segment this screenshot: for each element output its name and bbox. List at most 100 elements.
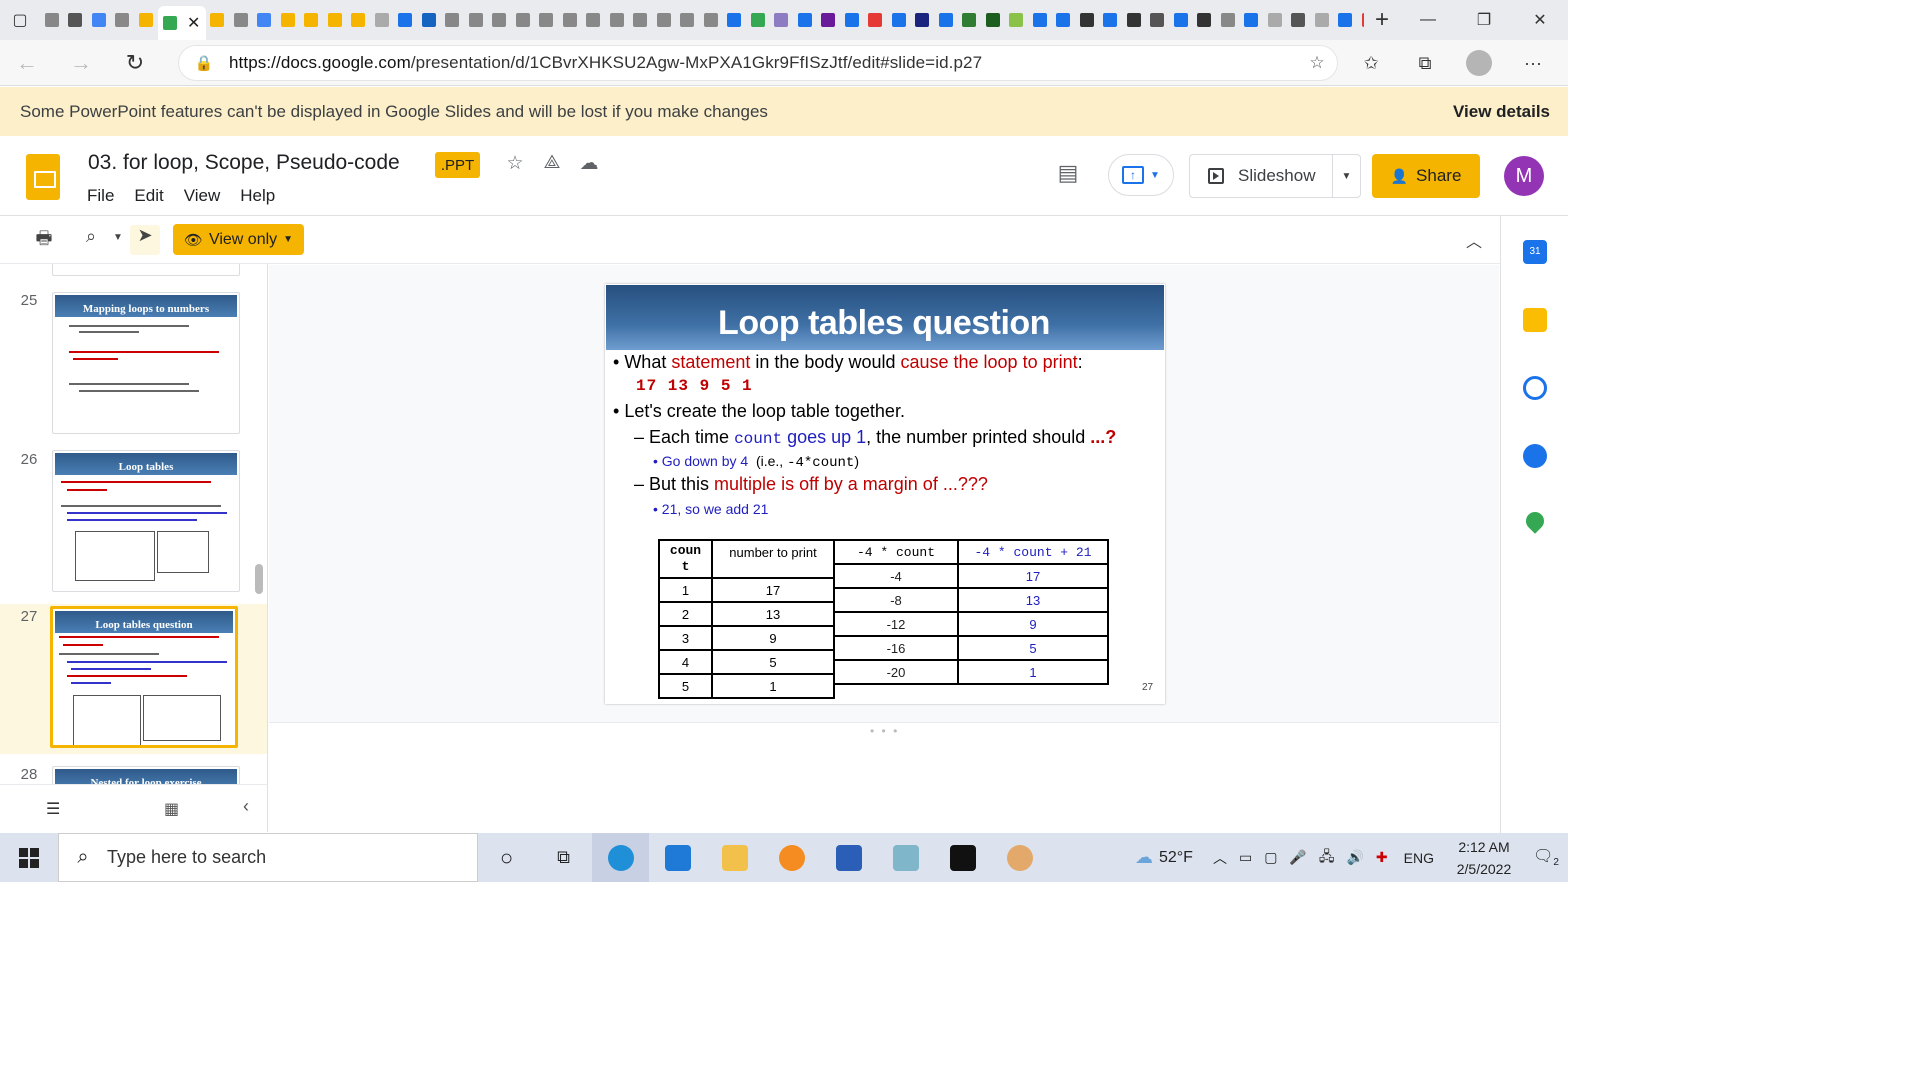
cortana-icon[interactable]: ○	[478, 833, 535, 882]
list-view-icon[interactable]: ☰	[46, 799, 60, 819]
browser-tab[interactable]	[253, 5, 277, 35]
zoom-icon[interactable]: ⌕	[80, 226, 102, 247]
paint-icon[interactable]	[991, 833, 1048, 882]
browser-tab[interactable]	[1169, 5, 1193, 35]
browser-tab[interactable]	[1263, 5, 1287, 35]
browser-tab[interactable]	[394, 5, 418, 35]
slides-logo-icon[interactable]	[26, 154, 60, 200]
store-icon[interactable]	[649, 833, 706, 882]
comment-history-icon[interactable]: ▤	[1052, 160, 1084, 192]
browser-tab[interactable]	[464, 5, 488, 35]
star-icon[interactable]: ☆	[503, 152, 527, 175]
new-tab-button[interactable]: +	[1364, 6, 1400, 34]
browser-tab[interactable]	[1357, 5, 1364, 35]
browser-tab[interactable]	[864, 5, 888, 35]
browser-tab[interactable]	[770, 5, 794, 35]
slide-thumbnail-26[interactable]: Loop tables	[52, 450, 240, 592]
slideshow-dropdown-icon[interactable]: ▼	[1332, 154, 1360, 198]
chevron-up-icon[interactable]: ︿	[1213, 848, 1227, 868]
document-title[interactable]: 03. for loop, Scope, Pseudo-code	[88, 151, 400, 175]
menu-file[interactable]: File	[87, 186, 114, 206]
tab-actions-icon[interactable]: ▢	[0, 0, 40, 40]
browser-tab[interactable]	[323, 5, 347, 35]
browser-tab[interactable]	[981, 5, 1005, 35]
browser-tab[interactable]	[1216, 5, 1240, 35]
browser-tab[interactable]	[1122, 5, 1146, 35]
view-details-button[interactable]: View details	[1453, 102, 1550, 122]
language-indicator[interactable]: ENG	[1404, 850, 1434, 866]
notepad-icon[interactable]	[877, 833, 934, 882]
favorites-icon[interactable]: ✩	[1344, 53, 1398, 74]
browser-tab[interactable]	[1240, 5, 1264, 35]
browser-tab[interactable]	[793, 5, 817, 35]
browser-tab[interactable]	[840, 5, 864, 35]
browser-tab[interactable]	[1310, 5, 1334, 35]
browser-tab[interactable]	[535, 5, 559, 35]
filmstrip-scrollbar[interactable]	[255, 564, 263, 594]
edge-icon[interactable]	[592, 833, 649, 882]
browser-tab[interactable]	[629, 5, 653, 35]
file-explorer-icon[interactable]	[706, 833, 763, 882]
browser-tab[interactable]	[64, 5, 88, 35]
move-to-drive-icon[interactable]: ⟁	[540, 152, 564, 174]
maps-icon[interactable]	[1522, 508, 1548, 534]
address-bar[interactable]: 🔒 https://docs.google.com/presentation/d…	[178, 45, 1338, 81]
task-view-icon[interactable]: ⧉	[535, 833, 592, 882]
browser-tab[interactable]	[1287, 5, 1311, 35]
collections-icon[interactable]: ⧉	[1398, 53, 1452, 74]
browser-tab[interactable]	[1193, 5, 1217, 35]
forward-icon[interactable]: →	[54, 40, 108, 86]
intellij-icon[interactable]	[934, 833, 991, 882]
lock-icon[interactable]: 🔒	[179, 54, 229, 72]
menu-edit[interactable]: Edit	[134, 186, 163, 206]
keep-icon[interactable]	[1523, 308, 1547, 332]
microphone-icon[interactable]: 🎤	[1289, 849, 1306, 866]
print-icon[interactable]: 🖶	[32, 226, 56, 256]
network-icon[interactable]: 🖧	[1319, 846, 1335, 870]
present-menu-button[interactable]: ↑ ▼	[1108, 154, 1174, 196]
browser-tab[interactable]	[558, 5, 582, 35]
browser-tab[interactable]	[887, 5, 911, 35]
browser-tab[interactable]	[582, 5, 606, 35]
battery-icon[interactable]: ▭	[1239, 849, 1252, 866]
browser-tab[interactable]	[911, 5, 935, 35]
volume-icon[interactable]: 🔊	[1346, 849, 1363, 866]
browser-tab[interactable]	[1146, 5, 1170, 35]
view-only-mode-button[interactable]: 👁 View only ▼	[173, 224, 304, 255]
reload-icon[interactable]: ↻	[108, 40, 162, 86]
browser-tab[interactable]	[1005, 5, 1029, 35]
browser-tab[interactable]	[488, 5, 512, 35]
user-avatar[interactable]: M	[1504, 156, 1544, 196]
browser-tab[interactable]	[300, 5, 324, 35]
browser-tab[interactable]	[1099, 5, 1123, 35]
browser-tab-active[interactable]: ✕	[157, 6, 206, 40]
grid-view-icon[interactable]: ▦	[164, 799, 179, 819]
browser-tab[interactable]	[1334, 5, 1358, 35]
share-button[interactable]: 👤 Share	[1372, 154, 1480, 198]
menu-help[interactable]: Help	[240, 186, 275, 206]
url-text[interactable]: https://docs.google.com/presentation/d/1…	[229, 53, 1297, 73]
slide-thumbnail-27-selected[interactable]: Loop tables question	[50, 606, 238, 748]
browser-tab[interactable]	[441, 5, 465, 35]
tasks-icon[interactable]	[1523, 376, 1547, 400]
clock[interactable]: 2:12 AM 2/5/2022	[1444, 836, 1524, 880]
slide-thumbnail-25[interactable]: Mapping loops to numbers	[52, 292, 240, 434]
profile-icon[interactable]	[1466, 50, 1492, 76]
browser-tab[interactable]	[87, 5, 111, 35]
firefox-icon[interactable]	[763, 833, 820, 882]
browser-tab[interactable]	[676, 5, 700, 35]
browser-tab[interactable]	[699, 5, 723, 35]
browser-tab[interactable]	[723, 5, 747, 35]
word-icon[interactable]	[820, 833, 877, 882]
zoom-caret-icon[interactable]: ▼	[110, 232, 126, 243]
slide-thumbnail-28[interactable]: Nested for loop exercise	[52, 766, 240, 784]
browser-tab[interactable]	[370, 5, 394, 35]
cloud-status-icon[interactable]: ☁	[577, 152, 601, 175]
browser-tab[interactable]	[206, 5, 230, 35]
browser-tab[interactable]	[1052, 5, 1076, 35]
select-pointer-icon[interactable]: ➤	[130, 225, 160, 255]
slide-thumbnail-24[interactable]	[52, 264, 240, 276]
close-tab-icon[interactable]: ✕	[187, 13, 200, 33]
start-button[interactable]	[0, 833, 58, 882]
browser-tab[interactable]	[652, 5, 676, 35]
